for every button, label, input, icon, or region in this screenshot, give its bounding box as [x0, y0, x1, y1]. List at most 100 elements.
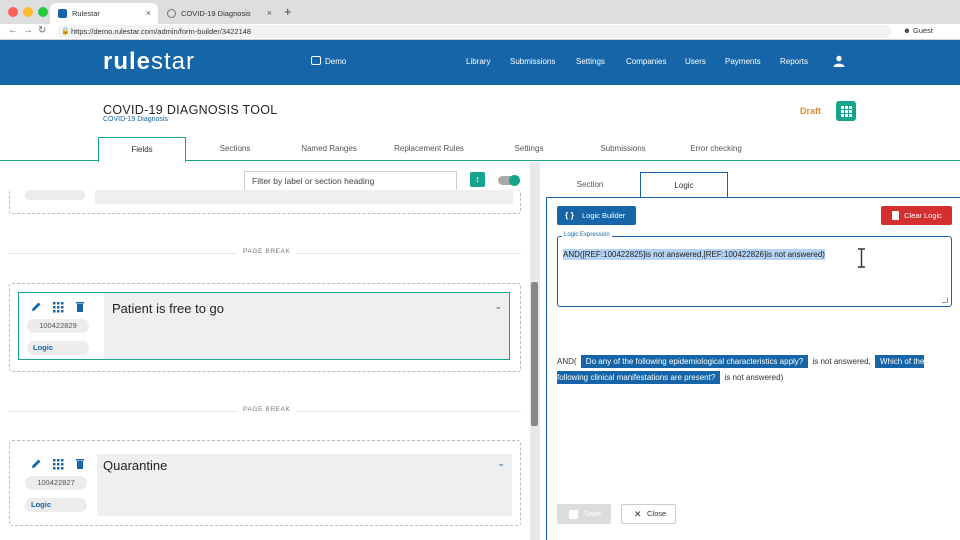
resize-handle-icon[interactable] — [942, 297, 948, 303]
save-button[interactable]: Save — [557, 504, 611, 524]
tab-section[interactable]: Section — [555, 172, 625, 197]
logic-expression-textarea[interactable]: Logic Expression AND([REF:100422825]is n… — [557, 232, 952, 307]
address-bar-row: ← → ↻ 🔒 https://demo.rulestar.com/admin/… — [0, 24, 960, 40]
logo-part-rule: rule — [103, 48, 152, 75]
drag-handle-icon[interactable] — [52, 458, 64, 470]
scrollbar-thumb[interactable] — [531, 282, 538, 426]
view-toggle[interactable] — [498, 175, 520, 186]
pencil-icon[interactable] — [30, 458, 42, 470]
clear-logic-label: Clear Logic — [904, 211, 942, 220]
save-label: Save — [584, 509, 602, 518]
tab-replacement-rules[interactable]: Replacement Rules — [385, 137, 473, 161]
user-account-icon[interactable] — [833, 55, 845, 67]
trash-icon[interactable] — [74, 458, 86, 470]
nav-settings[interactable]: Settings — [576, 57, 605, 66]
page-break: PAGE BREAK — [9, 406, 521, 416]
question-chip[interactable]: Do any of the following epidemiological … — [580, 355, 809, 368]
apps-grid-button[interactable] — [836, 101, 856, 121]
readable-condition: is not answered, — [812, 357, 871, 366]
field-id-pill: 100422827 — [25, 476, 87, 490]
field-row[interactable]: 100422829 Logic Patient is free to go ⌄ — [18, 292, 510, 360]
expand-collapse-button[interactable]: ↕ — [470, 172, 485, 187]
profile-label: Guest — [913, 26, 934, 35]
logic-builder-button[interactable]: { } Logic Builder — [557, 206, 636, 225]
maximize-window-button[interactable] — [38, 7, 48, 17]
form-subtitle: COVID-19 Diagnosis — [103, 116, 168, 123]
field-body — [95, 190, 513, 204]
toggle-knob — [509, 175, 520, 186]
reload-icon[interactable]: ↻ — [38, 24, 46, 38]
lock-icon: 🔒 — [61, 28, 70, 35]
chevron-down-icon[interactable]: ⌄ — [494, 301, 502, 312]
url-text: https://demo.rulestar.com/admin/form-bui… — [71, 27, 252, 36]
tab-fields[interactable]: Fields — [98, 137, 186, 163]
tab-settings[interactable]: Settings — [500, 137, 558, 161]
nav-payments[interactable]: Payments — [725, 57, 761, 66]
tab-named-ranges[interactable]: Named Ranges — [290, 137, 368, 161]
field-card[interactable]: 100422829 Logic Patient is free to go ⌄ — [9, 283, 521, 372]
logic-panel: { } Logic Builder Clear Logic Logic Expr… — [546, 197, 960, 540]
logic-expression-label: Logic Expression — [562, 232, 612, 238]
nav-companies[interactable]: Companies — [626, 57, 666, 66]
field-body[interactable]: Patient is free to go ⌄ — [104, 293, 509, 359]
field-body[interactable]: Quarantine ⌄ — [97, 454, 512, 516]
text-cursor-icon — [858, 248, 865, 268]
field-id-pill: 100422829 — [27, 319, 89, 333]
trash-icon[interactable] — [74, 301, 86, 313]
logic-expression-text: AND([REF:100422825]is not answered,[REF:… — [563, 249, 825, 260]
new-tab-button[interactable]: + — [284, 3, 292, 21]
filter-input[interactable]: Filter by label or section heading — [244, 171, 457, 191]
close-icon: ✕ — [634, 509, 642, 519]
tab-error-checking[interactable]: Error checking — [680, 137, 752, 161]
tab-sections[interactable]: Sections — [200, 137, 270, 161]
page-break-label: PAGE BREAK — [237, 248, 297, 255]
drag-handle-icon[interactable] — [52, 301, 64, 313]
close-tab-icon[interactable]: × — [146, 3, 151, 24]
field-actions — [30, 458, 100, 472]
clear-logic-button[interactable]: Clear Logic — [881, 206, 952, 225]
nav-reports[interactable]: Reports — [780, 57, 808, 66]
browser-tab-flowchart[interactable]: COVID-19 Diagnosis Flowchar × — [159, 3, 279, 39]
properties-pane: Section Logic { } Logic Builder Clear Lo… — [540, 162, 960, 540]
profile-icon: ☻ — [903, 26, 911, 35]
minimize-window-button[interactable] — [23, 7, 33, 17]
form-title: COVID-19 DIAGNOSIS TOOL — [103, 103, 278, 117]
app-header: rulestar Demo Library Submissions Settin… — [0, 40, 960, 85]
rulestar-logo[interactable]: rulestar — [103, 48, 195, 76]
close-window-button[interactable] — [8, 7, 18, 17]
field-row[interactable]: 100422827 Logic Quarantine ⌄ — [22, 454, 512, 516]
close-tab-icon[interactable]: × — [267, 3, 272, 24]
logic-pill[interactable]: Logic — [25, 498, 87, 512]
page-break: PAGE BREAK — [9, 248, 521, 258]
chevron-down-icon[interactable]: ⌄ — [497, 458, 505, 469]
globe-favicon-icon — [167, 9, 176, 18]
close-label: Close — [647, 509, 667, 518]
url-field[interactable]: 🔒 https://demo.rulestar.com/admin/form-b… — [57, 25, 892, 38]
logic-pill[interactable]: Logic — [27, 341, 89, 355]
field-actions — [30, 301, 100, 315]
rulestar-favicon-icon — [58, 9, 67, 18]
nav-submissions[interactable]: Submissions — [510, 57, 555, 66]
nav-users[interactable]: Users — [685, 57, 706, 66]
status-badge: Draft — [800, 106, 822, 116]
database-icon — [311, 56, 321, 65]
browser-tab-bar: Rulestar × COVID-19 Diagnosis Flowchar ×… — [0, 0, 960, 39]
forward-icon[interactable]: → — [23, 24, 33, 38]
browser-tab-rulestar[interactable]: Rulestar × — [50, 3, 158, 24]
back-icon[interactable]: ← — [8, 24, 18, 38]
readable-logic: AND( Do any of the following epidemiolog… — [557, 354, 952, 386]
pencil-icon[interactable] — [30, 301, 42, 313]
field-card[interactable]: 100422827 Logic Quarantine ⌄ — [9, 440, 521, 526]
tab-logic[interactable]: Logic — [640, 172, 728, 198]
profile-button[interactable]: ☻ Guest — [903, 24, 933, 38]
close-button[interactable]: ✕ Close — [621, 504, 676, 524]
nav-library[interactable]: Library — [466, 57, 490, 66]
workspace-selector[interactable]: Demo — [311, 56, 346, 66]
logo-part-star: star — [151, 48, 196, 75]
arrows-icon: ↕ — [475, 174, 480, 184]
page-break-label: PAGE BREAK — [237, 406, 297, 413]
tab-submissions[interactable]: Submissions — [588, 137, 658, 161]
main-tabs: Fields Sections Named Ranges Replacement… — [0, 137, 960, 163]
braces-icon: { } — [565, 210, 574, 220]
save-icon — [569, 510, 578, 519]
